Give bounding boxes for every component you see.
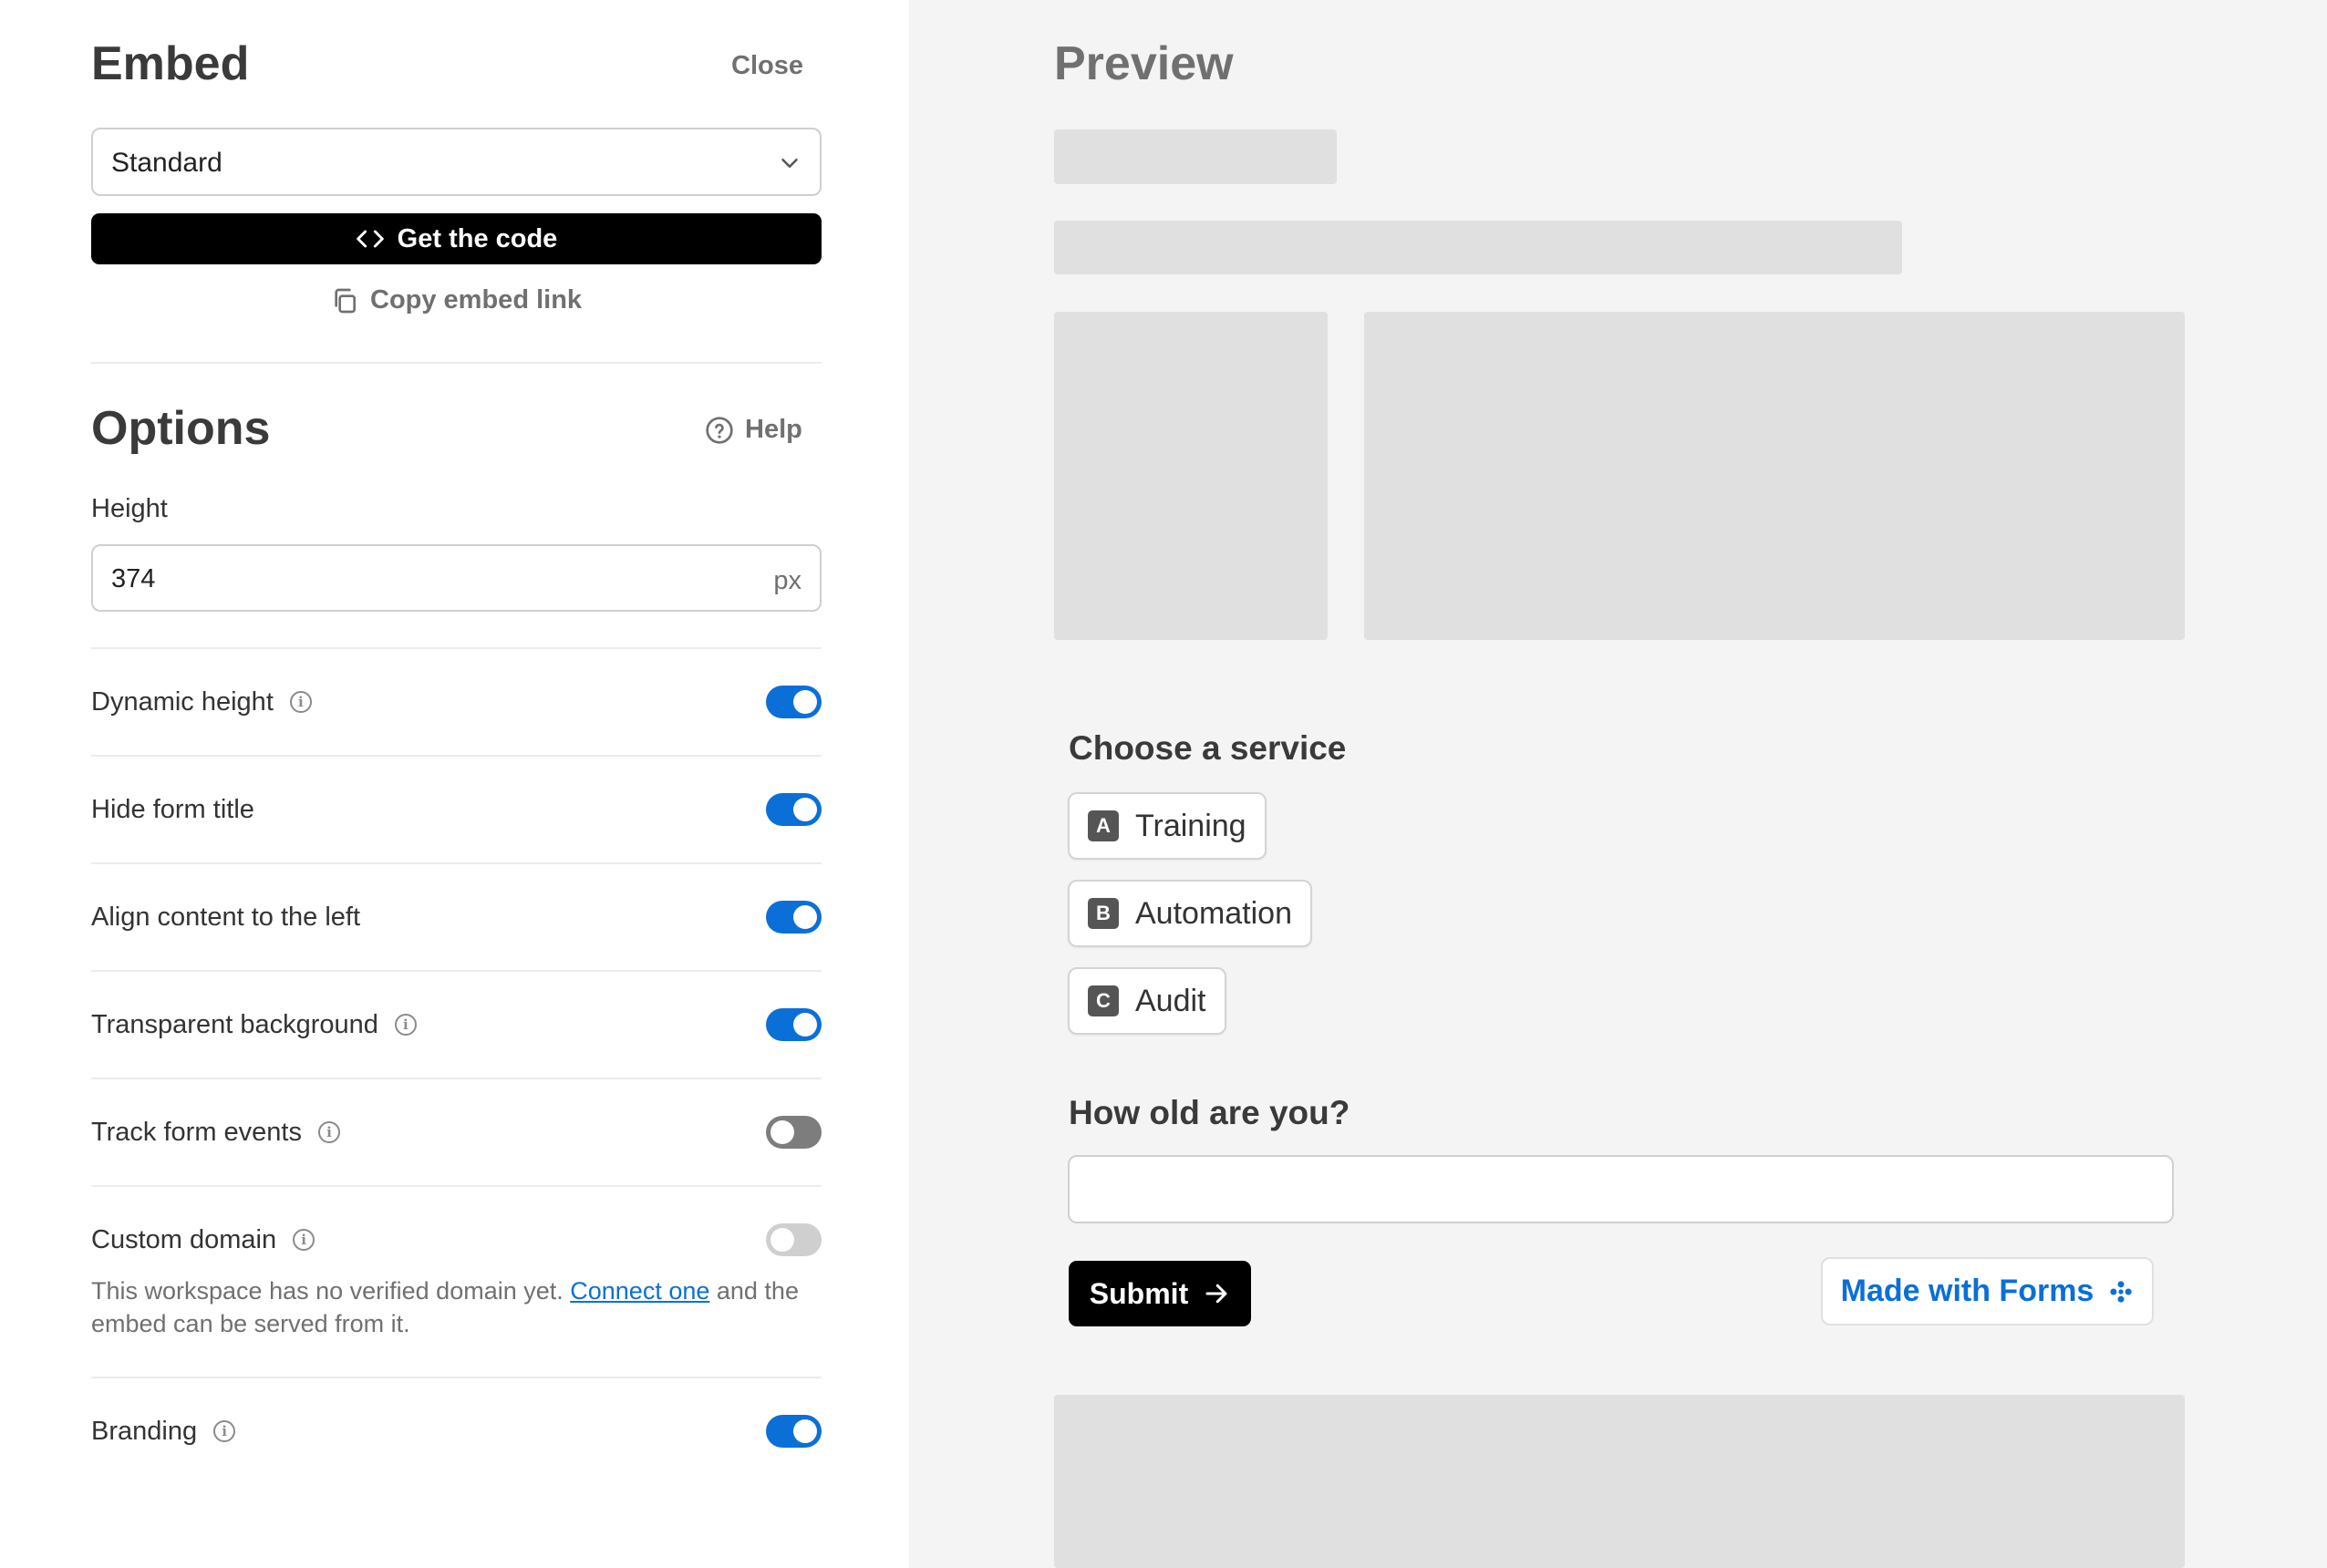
divider — [91, 970, 822, 972]
branding-toggle[interactable] — [766, 1415, 822, 1448]
choice-key: A — [1088, 810, 1119, 841]
divider — [91, 1377, 822, 1378]
help-button[interactable]: Help — [705, 415, 802, 445]
hide-form-title-toggle[interactable] — [766, 793, 822, 826]
option-label: Track form events — [91, 1117, 302, 1147]
choice-label: Audit — [1135, 983, 1206, 1018]
custom-domain-toggle[interactable] — [766, 1223, 822, 1256]
sparkle-icon — [2110, 1280, 2133, 1303]
info-icon[interactable]: i — [394, 1014, 417, 1036]
help-circle-icon — [706, 416, 733, 444]
copy-embed-link-button[interactable]: Copy embed link — [330, 285, 582, 315]
help-label: Help — [745, 415, 802, 444]
transparent-background-toggle[interactable] — [766, 1008, 822, 1041]
option-label: Custom domain — [91, 1224, 277, 1254]
placeholder-block — [1054, 312, 1328, 640]
choice-audit[interactable]: C Audit — [1068, 967, 1226, 1035]
embed-title: Embed — [91, 37, 250, 90]
get-code-label: Get the code — [397, 223, 558, 253]
custom-domain-note: This workspace has no verified domain ye… — [91, 1274, 822, 1340]
question-age: How old are you? — [1069, 1094, 1350, 1131]
code-icon — [356, 230, 384, 248]
embed-panel: Embed Close Standard Get the code Copy e… — [0, 0, 909, 1568]
option-track-form-events: Track form events i — [91, 1105, 822, 1160]
height-input[interactable]: 374 px — [91, 544, 822, 612]
divider — [91, 862, 822, 864]
info-icon[interactable]: i — [293, 1229, 315, 1251]
age-input[interactable] — [1068, 1155, 2174, 1223]
info-icon[interactable]: i — [317, 1121, 340, 1143]
option-dynamic-height: Dynamic height i — [91, 675, 822, 729]
domain-note-text: This workspace has no verified domain ye… — [91, 1277, 571, 1305]
divider — [91, 755, 822, 757]
placeholder-block — [1054, 221, 1902, 274]
divider — [91, 1078, 822, 1079]
close-button[interactable]: Close — [731, 51, 803, 81]
choice-label: Training — [1135, 808, 1246, 843]
choice-key: B — [1088, 898, 1119, 929]
embed-mode-value: Standard — [111, 148, 222, 178]
get-code-button[interactable]: Get the code — [91, 213, 822, 264]
placeholder-block — [1054, 129, 1337, 184]
option-align-left: Align content to the left — [91, 890, 822, 944]
choice-training[interactable]: A Training — [1068, 792, 1267, 860]
option-label: Hide form title — [91, 794, 254, 824]
embed-mode-select[interactable]: Standard — [91, 128, 822, 196]
submit-label: Submit — [1089, 1276, 1189, 1310]
align-left-toggle[interactable] — [766, 901, 822, 934]
option-hide-form-title: Hide form title — [91, 782, 822, 837]
choice-automation[interactable]: B Automation — [1068, 880, 1312, 947]
option-transparent-background: Transparent background i — [91, 997, 822, 1052]
chevron-down-icon — [781, 159, 798, 168]
divider — [91, 647, 822, 649]
choice-key: C — [1088, 985, 1119, 1016]
option-label: Dynamic height — [91, 686, 274, 717]
option-branding: Branding i — [91, 1404, 822, 1459]
height-value: 374 — [111, 564, 156, 593]
divider — [91, 362, 822, 364]
made-with-forms-badge[interactable]: Made with Forms — [1821, 1257, 2154, 1326]
copy-icon — [335, 288, 356, 313]
info-icon[interactable]: i — [213, 1420, 236, 1442]
option-label: Transparent background — [91, 1009, 378, 1039]
question-service: Choose a service — [1069, 729, 1347, 767]
option-label: Branding — [91, 1416, 198, 1446]
copy-embed-link-label: Copy embed link — [370, 285, 583, 315]
height-label: Height — [91, 494, 168, 523]
info-icon[interactable]: i — [289, 691, 312, 713]
divider — [91, 1185, 822, 1187]
arrow-right-icon — [1205, 1284, 1227, 1304]
connect-domain-link[interactable]: Connect one — [570, 1277, 709, 1305]
track-form-events-toggle[interactable] — [766, 1116, 822, 1149]
choice-label: Automation — [1135, 895, 1292, 931]
option-custom-domain: Custom domain i — [91, 1212, 822, 1267]
options-title: Options — [91, 402, 271, 455]
dynamic-height-toggle[interactable] — [766, 686, 822, 718]
option-label: Align content to the left — [91, 902, 361, 932]
preview-title: Preview — [1054, 37, 1234, 90]
submit-button[interactable]: Submit — [1069, 1261, 1251, 1326]
made-with-label: Made with Forms — [1840, 1274, 2094, 1308]
height-unit: px — [773, 566, 802, 595]
placeholder-block — [1364, 312, 2185, 640]
placeholder-block — [1054, 1395, 2185, 1568]
